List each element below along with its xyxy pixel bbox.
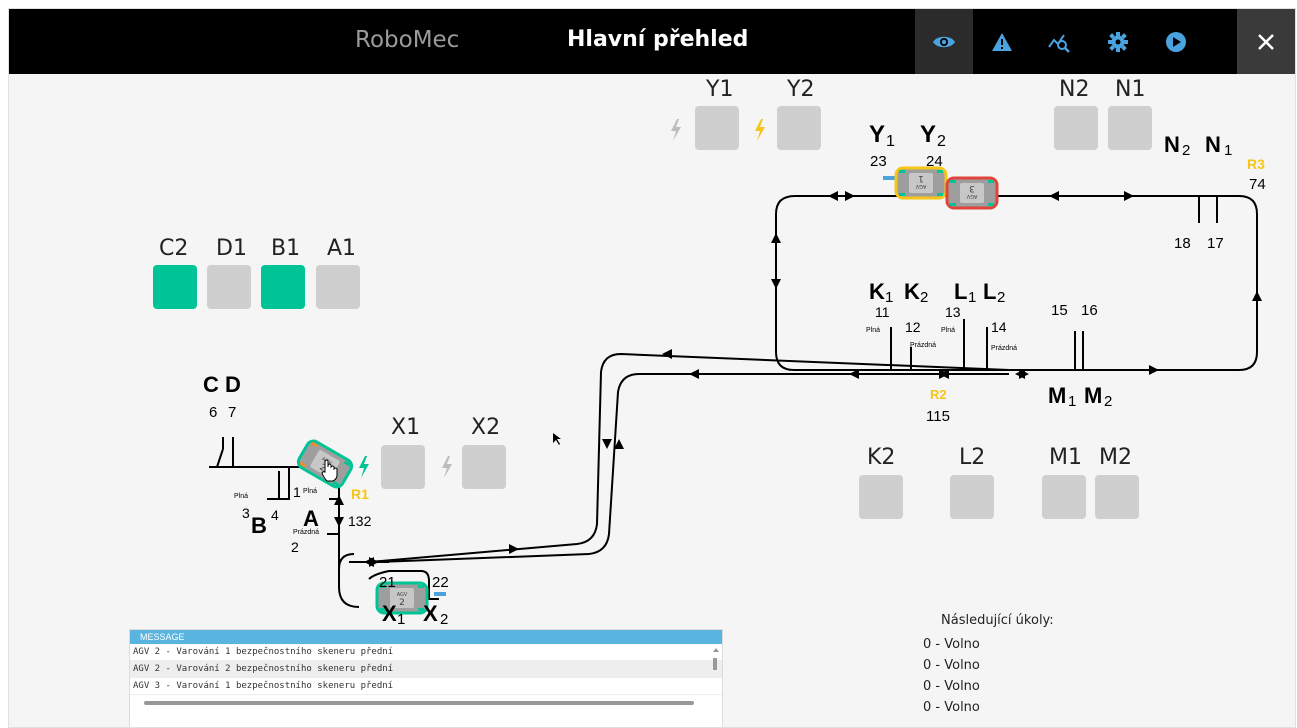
svg-text:15: 15 [1051,302,1068,319]
svg-text:R3: R3 [1247,156,1265,172]
svg-text:Y: Y [869,121,885,148]
svg-text:13: 13 [945,304,961,320]
svg-text:M: M [1048,383,1066,408]
message-row[interactable]: AGV 3 - Varování 1 bezpečnostního skener… [130,678,722,695]
svg-text:K: K [904,279,920,304]
svg-text:7: 7 [228,404,236,421]
svg-text:14: 14 [991,319,1007,335]
svg-text:22: 22 [432,574,449,591]
svg-text:23: 23 [870,153,887,170]
svg-text:L: L [983,279,996,304]
svg-text:1: 1 [293,484,301,500]
task-item: 0 - Volno [923,679,980,694]
svg-text:2: 2 [440,611,448,628]
svg-text:1: 1 [1068,393,1076,410]
svg-text:Y: Y [920,121,936,148]
message-row[interactable]: AGV 2 - Varování 2 bezpečnostního skener… [130,661,722,678]
charging-bolt-icon [671,119,681,141]
tasks-title: Následující úkoly: [941,613,1054,628]
svg-text:24: 24 [926,153,943,170]
svg-text:N: N [1205,132,1221,157]
svg-text:C D: C D [203,372,241,397]
svg-text:2: 2 [997,289,1005,306]
svg-text:1: 1 [1224,142,1232,159]
svg-text:16: 16 [1081,302,1098,319]
message-row[interactable]: AGV 2 - Varování 1 bezpečnostního skener… [130,644,722,661]
track-map: AGV 1 AGV 3 AGV 2 AGV 2 [203,119,1266,628]
svg-text:1: 1 [886,133,895,150]
svg-text:Plná: Plná [303,488,317,495]
svg-text:74: 74 [1249,176,1266,193]
svg-text:6: 6 [209,404,217,421]
agv-3: AGV 3 [945,176,999,210]
charging-bolt-icon [755,119,765,141]
svg-text:R2: R2 [930,387,947,402]
svg-text:M: M [1084,383,1102,408]
svg-text:A: A [303,506,319,531]
svg-text:Plná: Plná [234,493,248,500]
svg-text:1: 1 [397,611,405,628]
task-item: 0 - Volno [923,658,980,673]
svg-text:21: 21 [379,574,396,591]
svg-text:4: 4 [271,507,279,523]
svg-text:3: 3 [969,183,975,193]
svg-text:132: 132 [348,513,372,529]
vertical-scrollbar[interactable] [712,648,719,692]
svg-text:R1: R1 [351,486,369,502]
svg-text:2: 2 [920,289,928,306]
svg-text:X: X [382,601,397,626]
svg-text:2: 2 [937,133,946,150]
charging-bolt-icon [359,456,369,478]
svg-text:1: 1 [918,173,924,183]
svg-text:Prázdná: Prázdná [910,342,936,349]
svg-text:Prázdná: Prázdná [293,529,319,536]
mouse-cursor-icon [553,433,561,445]
task-item: 0 - Volno [923,637,980,652]
svg-text:17: 17 [1207,235,1224,252]
svg-text:Plná: Plná [866,327,880,334]
svg-text:N: N [1164,132,1180,157]
agv-1: AGV 1 [894,166,948,200]
svg-text:2: 2 [399,598,405,608]
charging-bolt-icon [442,456,452,478]
svg-text:115: 115 [926,408,950,425]
message-header: MESSAGE [130,630,722,644]
svg-text:B: B [251,513,267,538]
svg-text:L: L [954,279,967,304]
svg-text:2: 2 [1182,142,1190,159]
app-window: RoboMec Hlavní přehled Y1 Y2 N2 N1 C2 D1… [8,8,1296,728]
svg-text:11: 11 [875,304,890,320]
horizontal-scrollbar[interactable] [136,700,706,706]
svg-text:Prázdná: Prázdná [991,345,1017,352]
message-panel: MESSAGE AGV 2 - Varování 1 bezpečnostníh… [129,629,723,727]
svg-text:12: 12 [905,319,921,335]
svg-text:Plná: Plná [941,327,955,334]
task-item: 0 - Volno [923,700,980,715]
svg-text:2: 2 [1104,393,1112,410]
svg-text:2: 2 [291,539,299,555]
svg-text:X: X [423,601,438,626]
svg-text:3: 3 [242,505,250,521]
svg-text:1: 1 [968,289,976,306]
svg-text:K: K [869,279,885,304]
svg-text:18: 18 [1174,235,1191,252]
